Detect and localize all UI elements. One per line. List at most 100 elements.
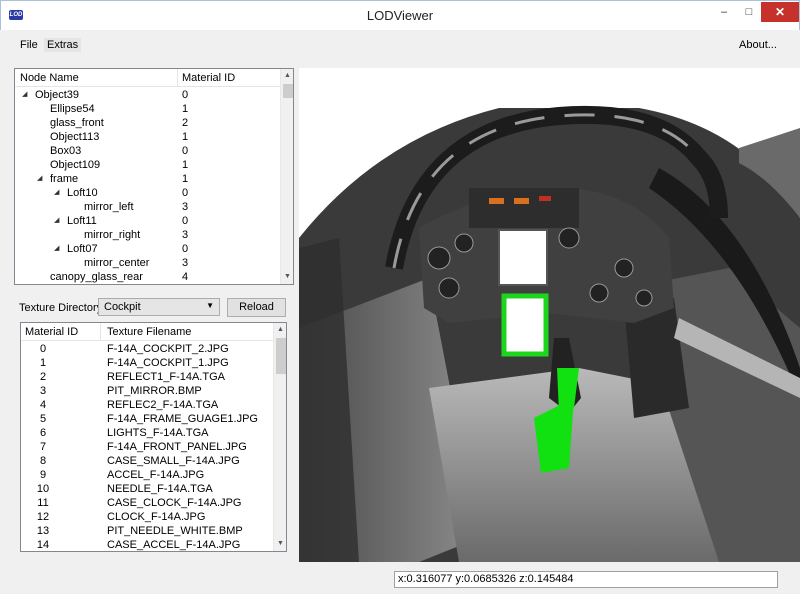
texture-row[interactable]: 5 F-14A_FRAME_GUAGE1.JPG (21, 412, 274, 426)
tree-node-material-id: 0 (182, 145, 189, 157)
texture-row[interactable]: 3 PIT_MIRROR.BMP (21, 384, 274, 398)
tree-node-material-id: 4 (182, 271, 189, 283)
texture-row[interactable]: 7 F-14A_FRONT_PANEL.JPG (21, 440, 274, 454)
tree-node-material-id: 0 (182, 243, 189, 255)
texture-filename: REFLECT1_F-14A.TGA (107, 371, 225, 383)
texture-row[interactable]: 2 REFLECT1_F-14A.TGA (21, 370, 274, 384)
close-button[interactable]: ✕ (761, 2, 799, 22)
menu-about[interactable]: About... (736, 38, 780, 52)
tree-node-name: mirror_left (84, 201, 134, 213)
texture-filename: LIGHTS_F-14A.TGA (107, 427, 209, 439)
texture-material-id: 1 (39, 357, 47, 369)
texture-row[interactable]: 14 CASE_ACCEL_F-14A.JPG (21, 538, 274, 551)
texture-list[interactable]: Material ID Texture Filename 0 F-14A_COCK… (20, 322, 287, 552)
texture-row[interactable]: 9 ACCEL_F-14A.JPG (21, 468, 274, 482)
texture-filename: CASE_SMALL_F-14A.JPG (107, 455, 240, 467)
tree-node-name: mirror_right (84, 229, 141, 241)
cockpit-render (299, 105, 800, 562)
expand-arrow-icon[interactable]: ◢ (54, 214, 59, 228)
expand-arrow-icon[interactable]: ◢ (22, 88, 27, 102)
column-material-id[interactable]: Material ID (182, 72, 235, 84)
tree-node-name: mirror_center (84, 257, 150, 269)
texture-row[interactable]: 8 CASE_SMALL_F-14A.JPG (21, 454, 274, 468)
texture-directory-select[interactable]: Cockpit ▼ (98, 298, 220, 316)
texture-row[interactable]: 11 CASE_CLOCK_F-14A.JPG (21, 496, 274, 510)
tree-node[interactable]: ◢ Loft10 0 (15, 186, 280, 200)
tree-node-material-id: 0 (182, 89, 189, 101)
texture-directory-value: Cockpit (104, 301, 141, 313)
texture-row[interactable]: 4 REFLEC2_F-14A.TGA (21, 398, 274, 412)
texture-row[interactable]: 1 F-14A_COCKPIT_1.JPG (21, 356, 274, 370)
tree-node[interactable]: canopy_glass_rear 4 (15, 270, 280, 284)
tree-node[interactable]: ◢ frame 1 (15, 172, 280, 186)
minimize-button[interactable]: – (712, 2, 736, 22)
tree-node-material-id: 3 (182, 201, 189, 213)
scroll-thumb[interactable] (283, 84, 293, 98)
tree-node[interactable]: Object113 1 (15, 130, 280, 144)
texture-material-id: 5 (39, 413, 47, 425)
expand-arrow-icon[interactable]: ◢ (37, 172, 42, 186)
tree-node[interactable]: mirror_right 3 (15, 228, 280, 242)
texture-filename: NEEDLE_F-14A.TGA (107, 483, 213, 495)
tree-node[interactable]: ◢ Loft11 0 (15, 214, 280, 228)
texture-row[interactable]: 6 LIGHTS_F-14A.TGA (21, 426, 274, 440)
column-material-id[interactable]: Material ID (25, 326, 78, 338)
menu-file[interactable]: File (17, 38, 41, 52)
tree-node[interactable]: ◢ Loft07 0 (15, 242, 280, 256)
scroll-up-icon[interactable]: ▲ (274, 323, 286, 337)
menu-bar: File Extras About... (0, 30, 800, 60)
tree-node-material-id: 1 (182, 131, 189, 143)
3d-viewport[interactable] (299, 68, 800, 562)
column-node-name[interactable]: Node Name (20, 72, 79, 84)
tree-node-name: canopy_glass_rear (50, 271, 143, 283)
scroll-thumb[interactable] (276, 338, 286, 374)
tree-node-name: Loft11 (67, 215, 97, 227)
tree-node-material-id: 2 (182, 117, 189, 129)
title-bar: LOD LODViewer – □ ✕ (0, 0, 800, 30)
texture-row[interactable]: 12 CLOCK_F-14A.JPG (21, 510, 274, 524)
scroll-up-icon[interactable]: ▲ (281, 69, 293, 83)
node-tree[interactable]: Node Name Material ID ◢ Object39 0 Ellipse5… (14, 68, 294, 285)
maximize-button[interactable]: □ (737, 2, 761, 22)
texture-list-header: Material ID Texture Filename (21, 323, 274, 341)
texture-filename: PIT_NEEDLE_WHITE.BMP (107, 525, 243, 537)
tree-node-name: Object39 (35, 89, 80, 101)
tree-node[interactable]: Box03 0 (15, 144, 280, 158)
reload-button[interactable]: Reload (227, 298, 286, 317)
texture-filename: F-14A_FRAME_GUAGE1.JPG (107, 413, 258, 425)
texture-material-id: 10 (36, 483, 50, 495)
chevron-down-icon: ▼ (206, 301, 214, 310)
menu-extras[interactable]: Extras (44, 38, 82, 52)
texture-filename: F-14A_COCKPIT_1.JPG (107, 357, 229, 369)
scroll-down-icon[interactable]: ▼ (274, 537, 286, 551)
tree-node-material-id: 0 (182, 187, 189, 199)
tree-node[interactable]: Ellipse54 1 (15, 102, 280, 116)
tree-node-name: Ellipse54 (50, 103, 95, 115)
texture-material-id: 3 (39, 385, 47, 397)
tree-node-material-id: 1 (182, 159, 189, 171)
expand-arrow-icon[interactable]: ◢ (54, 186, 59, 200)
texture-filename: REFLEC2_F-14A.TGA (107, 399, 219, 411)
column-texture-filename[interactable]: Texture Filename (107, 326, 191, 338)
tree-node[interactable]: Object109 1 (15, 158, 280, 172)
texture-filename: PIT_MIRROR.BMP (107, 385, 202, 397)
texture-row[interactable]: 13 PIT_NEEDLE_WHITE.BMP (21, 524, 274, 538)
coordinates-display: x:0.316077 y:0.0685326 z:0.145484 (394, 571, 778, 588)
scroll-down-icon[interactable]: ▼ (281, 270, 293, 284)
texture-material-id: 11 (37, 497, 49, 509)
tree-node[interactable]: glass_front 2 (15, 116, 280, 130)
texture-filename: CASE_ACCEL_F-14A.JPG (107, 539, 241, 551)
texture-material-id: 13 (36, 525, 50, 537)
texture-scrollbar[interactable]: ▲ ▼ (273, 323, 286, 551)
texture-material-id: 9 (39, 469, 47, 481)
texture-filename: CASE_CLOCK_F-14A.JPG (107, 497, 242, 509)
tree-node[interactable]: mirror_left 3 (15, 200, 280, 214)
texture-material-id: 8 (39, 455, 47, 467)
texture-row[interactable]: 10 NEEDLE_F-14A.TGA (21, 482, 274, 496)
tree-node-name: glass_front (50, 117, 104, 129)
texture-row[interactable]: 0 F-14A_COCKPIT_2.JPG (21, 342, 274, 356)
expand-arrow-icon[interactable]: ◢ (54, 242, 59, 256)
tree-node[interactable]: mirror_center 3 (15, 256, 280, 270)
tree-scrollbar[interactable]: ▲ ▼ (280, 69, 293, 284)
tree-node[interactable]: ◢ Object39 0 (15, 88, 280, 102)
